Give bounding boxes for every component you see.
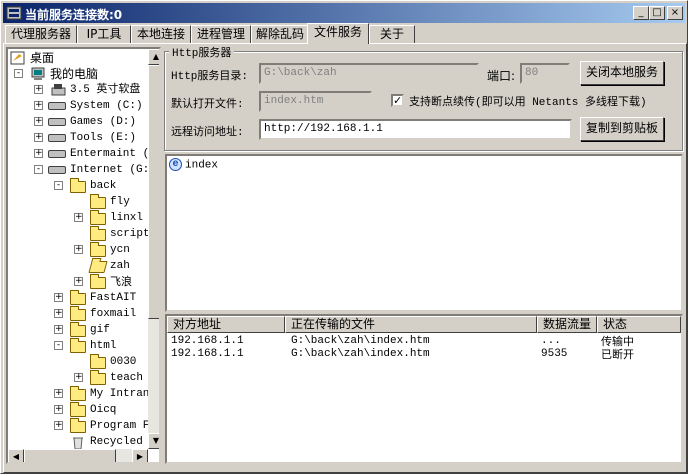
scroll-down-icon[interactable]: ▼ — [148, 433, 159, 449]
table-cell-traffic: ... — [541, 335, 561, 347]
expand-toggle[interactable]: + — [34, 85, 43, 94]
expand-toggle[interactable]: + — [54, 293, 63, 302]
tab-file-service[interactable]: 文件服务 — [307, 23, 369, 44]
column-header-traffic[interactable]: 数据流量 — [537, 316, 597, 333]
directory-tree[interactable]: 桌面 - 我的电脑 + 3.5 英寸软盘 + System (C:) + Gam… — [6, 47, 161, 464]
file-list[interactable]: e index — [165, 154, 683, 312]
folder-icon — [70, 322, 86, 337]
folder-open-icon — [88, 261, 108, 273]
desktop-icon — [10, 51, 25, 65]
folder-icon — [90, 242, 106, 257]
scroll-left-icon[interactable]: ◀ — [8, 449, 24, 462]
recycle-bin-icon — [73, 437, 83, 450]
title-bar[interactable]: 当前服务连接数:0 _ □ × — [3, 3, 685, 23]
tab-process-manager[interactable]: 进程管理 — [191, 25, 251, 43]
resume-checkbox[interactable]: ✓ — [391, 94, 404, 107]
folder-icon — [90, 194, 106, 209]
close-local-service-button[interactable]: 关闭本地服务 — [580, 61, 664, 85]
folder-icon — [70, 306, 86, 321]
file-name: index — [185, 159, 219, 172]
drive-icon — [48, 150, 66, 158]
transfer-table[interactable]: 对方地址 正在传输的文件 数据流量 状态 192.168.1.1 G:\back… — [165, 314, 683, 464]
expand-toggle[interactable]: + — [34, 149, 43, 158]
expand-toggle[interactable]: + — [54, 309, 63, 318]
folder-icon — [90, 210, 106, 225]
list-item[interactable]: e index — [169, 158, 218, 171]
column-header-status[interactable]: 状态 — [597, 316, 681, 333]
folder-icon — [70, 338, 86, 353]
http-dir-label: Http服务目录: — [171, 71, 249, 83]
folder-icon — [90, 354, 106, 369]
expand-toggle[interactable]: + — [34, 101, 43, 110]
expand-toggle[interactable]: + — [74, 373, 83, 382]
expand-toggle[interactable]: + — [54, 405, 63, 414]
http-dir-field[interactable]: G:\back\zah — [259, 63, 479, 84]
expand-toggle[interactable]: + — [34, 133, 43, 142]
table-cell-traffic: 9535 — [541, 348, 568, 360]
table-cell-file: G:\back\zah\index.htm — [291, 335, 430, 347]
table-cell-address: 192.168.1.1 — [171, 348, 244, 360]
horizontal-scroll-thumb[interactable] — [24, 449, 116, 462]
copy-to-clipboard-button[interactable]: 复制到剪贴板 — [580, 117, 664, 141]
expand-toggle[interactable]: + — [34, 117, 43, 126]
expand-toggle[interactable]: + — [74, 213, 83, 222]
http-group-title: Http服务器 — [169, 44, 235, 60]
collapse-toggle[interactable]: - — [54, 341, 63, 350]
folder-icon — [70, 402, 86, 417]
collapse-toggle[interactable]: - — [34, 165, 43, 174]
vertical-scroll-thumb[interactable] — [148, 65, 159, 319]
default-file-field[interactable]: index.htm — [259, 91, 372, 112]
minimize-button[interactable]: _ — [633, 6, 649, 20]
column-header-file[interactable]: 正在传输的文件 — [285, 316, 537, 333]
folder-icon — [90, 274, 106, 289]
folder-icon — [70, 290, 86, 305]
drive-icon — [48, 166, 66, 174]
port-label: 端口: — [487, 69, 516, 83]
folder-icon — [90, 226, 106, 241]
folder-icon — [90, 370, 106, 385]
floppy-icon — [51, 84, 66, 96]
tab-ip-tools[interactable]: IP工具 — [77, 25, 131, 43]
drive-icon — [48, 102, 66, 110]
tab-about[interactable]: 关于 — [369, 25, 415, 43]
folder-icon — [70, 386, 86, 401]
table-cell-address: 192.168.1.1 — [171, 335, 244, 347]
collapse-toggle[interactable]: - — [14, 69, 23, 78]
folder-icon — [70, 178, 86, 193]
default-file-label: 默认打开文件: — [171, 99, 244, 111]
table-cell-file: G:\back\zah\index.htm — [291, 348, 430, 360]
expand-toggle[interactable]: + — [54, 421, 63, 430]
remote-address-label: 远程访问地址: — [171, 127, 244, 139]
computer-icon — [31, 67, 45, 80]
table-cell-status: 传输中 — [601, 335, 634, 348]
tab-proxy-server[interactable]: 代理服务器 — [5, 25, 77, 43]
port-field[interactable]: 80 — [520, 63, 570, 84]
drive-icon — [48, 118, 66, 126]
close-button[interactable]: × — [667, 6, 683, 20]
column-header-address[interactable]: 对方地址 — [167, 316, 285, 333]
expand-toggle[interactable]: + — [54, 389, 63, 398]
tree-vertical-scrollbar[interactable]: ▲ ▼ — [148, 49, 159, 449]
window-title: 当前服务连接数:0 — [25, 8, 123, 22]
drive-icon — [48, 134, 66, 142]
scroll-up-icon[interactable]: ▲ — [148, 49, 159, 65]
expand-toggle[interactable]: + — [74, 277, 83, 286]
expand-toggle[interactable]: + — [74, 245, 83, 254]
table-cell-status: 已断开 — [601, 348, 634, 361]
expand-toggle[interactable]: + — [54, 325, 63, 334]
scroll-right-icon[interactable]: ▶ — [132, 449, 148, 462]
resume-checkbox-label: 支持断点续传(即可以用 Netants 多线程下载) — [409, 97, 647, 109]
tree-horizontal-scrollbar[interactable]: ◀ ▶ — [8, 449, 148, 462]
app-icon — [6, 6, 22, 20]
folder-icon — [70, 418, 86, 433]
ie-html-icon: e — [169, 158, 182, 171]
tab-bar: 代理服务器 IP工具 本地连接 进程管理 解除乱码 文件服务 关于 — [3, 23, 687, 44]
tab-fix-garbled[interactable]: 解除乱码 — [251, 25, 309, 43]
maximize-button[interactable]: □ — [649, 6, 665, 20]
tab-local-connections[interactable]: 本地连接 — [131, 25, 191, 43]
collapse-toggle[interactable]: - — [54, 181, 63, 190]
remote-address-field[interactable]: http://192.168.1.1 — [259, 119, 572, 140]
main-window: 当前服务连接数:0 _ □ × 代理服务器 IP工具 本地连接 进程管理 解除乱… — [0, 0, 688, 474]
